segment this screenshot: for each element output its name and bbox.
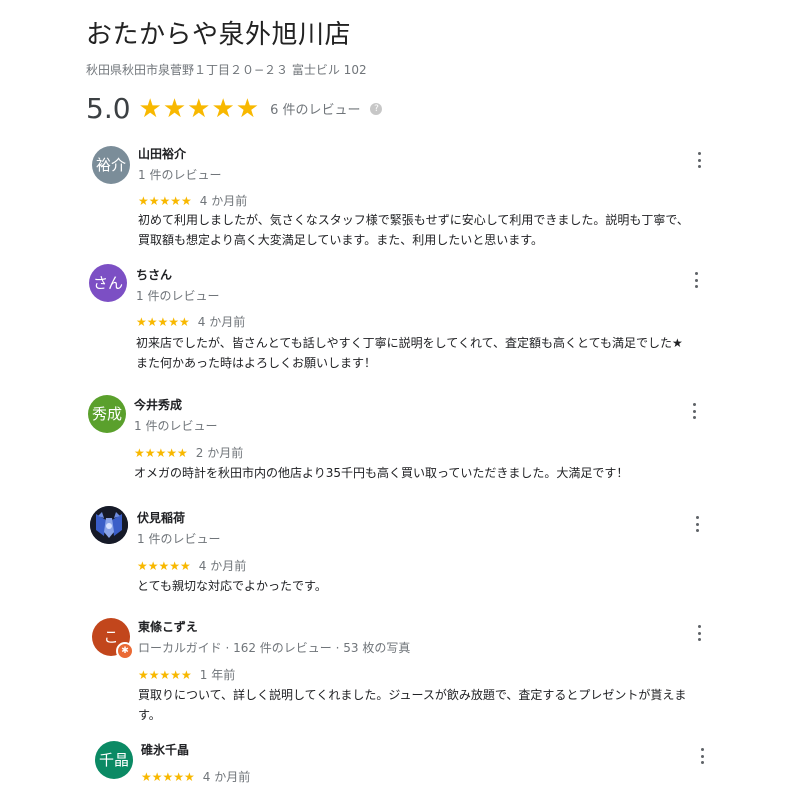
- review-text-line: とても親切な対応でよかったです。: [137, 579, 327, 593]
- more-options-icon[interactable]: [692, 514, 702, 534]
- reviewer-stats: 1 件のレビュー: [138, 168, 222, 182]
- local-guide-badge-icon: ✱: [116, 642, 134, 660]
- more-options-icon[interactable]: [689, 401, 699, 421]
- review-text: オメガの時計を秋田市内の他店より35千円も高く買い取っていただきました。大満足で…: [134, 463, 734, 483]
- reviewer-name[interactable]: 今井秀成: [134, 396, 182, 413]
- review-time: 1 年前: [199, 668, 236, 682]
- avatar-initial: こ: [103, 628, 119, 646]
- avatar[interactable]: [90, 506, 128, 544]
- reviewer-stats: ローカルガイド · 162 件のレビュー · 53 枚の写真: [138, 641, 411, 655]
- more-options-icon[interactable]: [691, 270, 701, 290]
- help-icon[interactable]: ?: [370, 102, 383, 115]
- review-stars: ★★★★★: [134, 445, 188, 460]
- review-stars: ★★★★★: [138, 667, 192, 682]
- place-address: 秋田県秋田市泉菅野１丁目２０−２３ 富士ビル 102: [86, 63, 367, 77]
- review-text: 初めて利用しましたが、気さくなスタッフ様で緊張もせずに安心して利用できました。説…: [138, 210, 738, 250]
- review-count[interactable]: 6 件のレビュー: [270, 99, 360, 118]
- review-text-line: オメガの時計を秋田市内の他店より35千円も高く買い取っていただきました。大満足で…: [134, 466, 629, 480]
- review-text-line: 買取りについて、詳しく説明してくれました。ジュースが飲み放題で、査定するとプレゼ…: [138, 688, 687, 702]
- reviewer-name[interactable]: 東條こずえ: [138, 618, 198, 635]
- rating-score: 5.0: [86, 92, 131, 125]
- review-text: とても親切な対応でよかったです。: [137, 576, 737, 596]
- reviewer-stats: 1 件のレビュー: [136, 289, 220, 303]
- reviewer-name[interactable]: 山田裕介: [138, 145, 186, 162]
- review-time: 4 か月前: [198, 559, 247, 573]
- avatar[interactable]: 秀成: [88, 395, 126, 433]
- review-time: 4 か月前: [199, 194, 248, 208]
- review-time: 2 か月前: [195, 446, 244, 460]
- place-title: おたからや泉外旭川店: [86, 20, 352, 50]
- avatar-image-icon: [90, 506, 128, 544]
- review-stars: ★★★★★: [141, 769, 195, 784]
- more-options-icon[interactable]: [697, 746, 707, 766]
- rating-summary: 5.0 ★★★★★ 6 件のレビュー ?: [86, 92, 383, 125]
- more-options-icon[interactable]: [694, 150, 704, 170]
- review-text-line: また何かあった時はよろしくお願いします！: [136, 356, 377, 370]
- reviewer-stats: 1 件のレビュー: [137, 532, 221, 546]
- review-text: 初来店でしたが、皆さんとても話しやすく丁寧に説明をしてくれて、査定額も高くとても…: [136, 333, 736, 373]
- review-text: 買取りについて、詳しく説明してくれました。ジュースが飲み放題で、査定するとプレゼ…: [138, 685, 738, 725]
- reviewer-name[interactable]: 伏見稲荷: [137, 509, 185, 526]
- reviewer-name[interactable]: ちさん: [136, 266, 172, 283]
- avatar[interactable]: 千晶: [95, 741, 133, 779]
- reviewer-stats: 1 件のレビュー: [134, 419, 218, 433]
- review-text-line: 買取額も想定より高く大変満足しています。また、利用したいと思います。: [138, 233, 544, 247]
- review-stars: ★★★★★: [137, 558, 191, 573]
- avatar[interactable]: こ ✱: [92, 618, 134, 660]
- review-stars: ★★★★★: [138, 193, 192, 208]
- more-options-icon[interactable]: [694, 623, 704, 643]
- avatar[interactable]: 裕介: [92, 146, 130, 184]
- reviewer-name[interactable]: 碓氷千晶: [141, 741, 189, 758]
- place-header: おたからや泉外旭川店 秋田県秋田市泉菅野１丁目２０−２３ 富士ビル 102: [86, 14, 367, 78]
- review-text-line: 初来店でしたが、皆さんとても話しやすく丁寧に説明をしてくれて、査定額も高くとても…: [136, 336, 683, 350]
- review-time: 4 か月前: [197, 315, 246, 329]
- rating-stars: ★★★★★: [138, 93, 261, 124]
- review-text-line: 初めて利用しましたが、気さくなスタッフ様で緊張もせずに安心して利用できました。説…: [138, 213, 689, 227]
- review-time: 4 か月前: [202, 770, 251, 784]
- review-stars: ★★★★★: [136, 314, 190, 329]
- review-text-line: す。: [138, 708, 161, 722]
- avatar[interactable]: さん: [89, 264, 127, 302]
